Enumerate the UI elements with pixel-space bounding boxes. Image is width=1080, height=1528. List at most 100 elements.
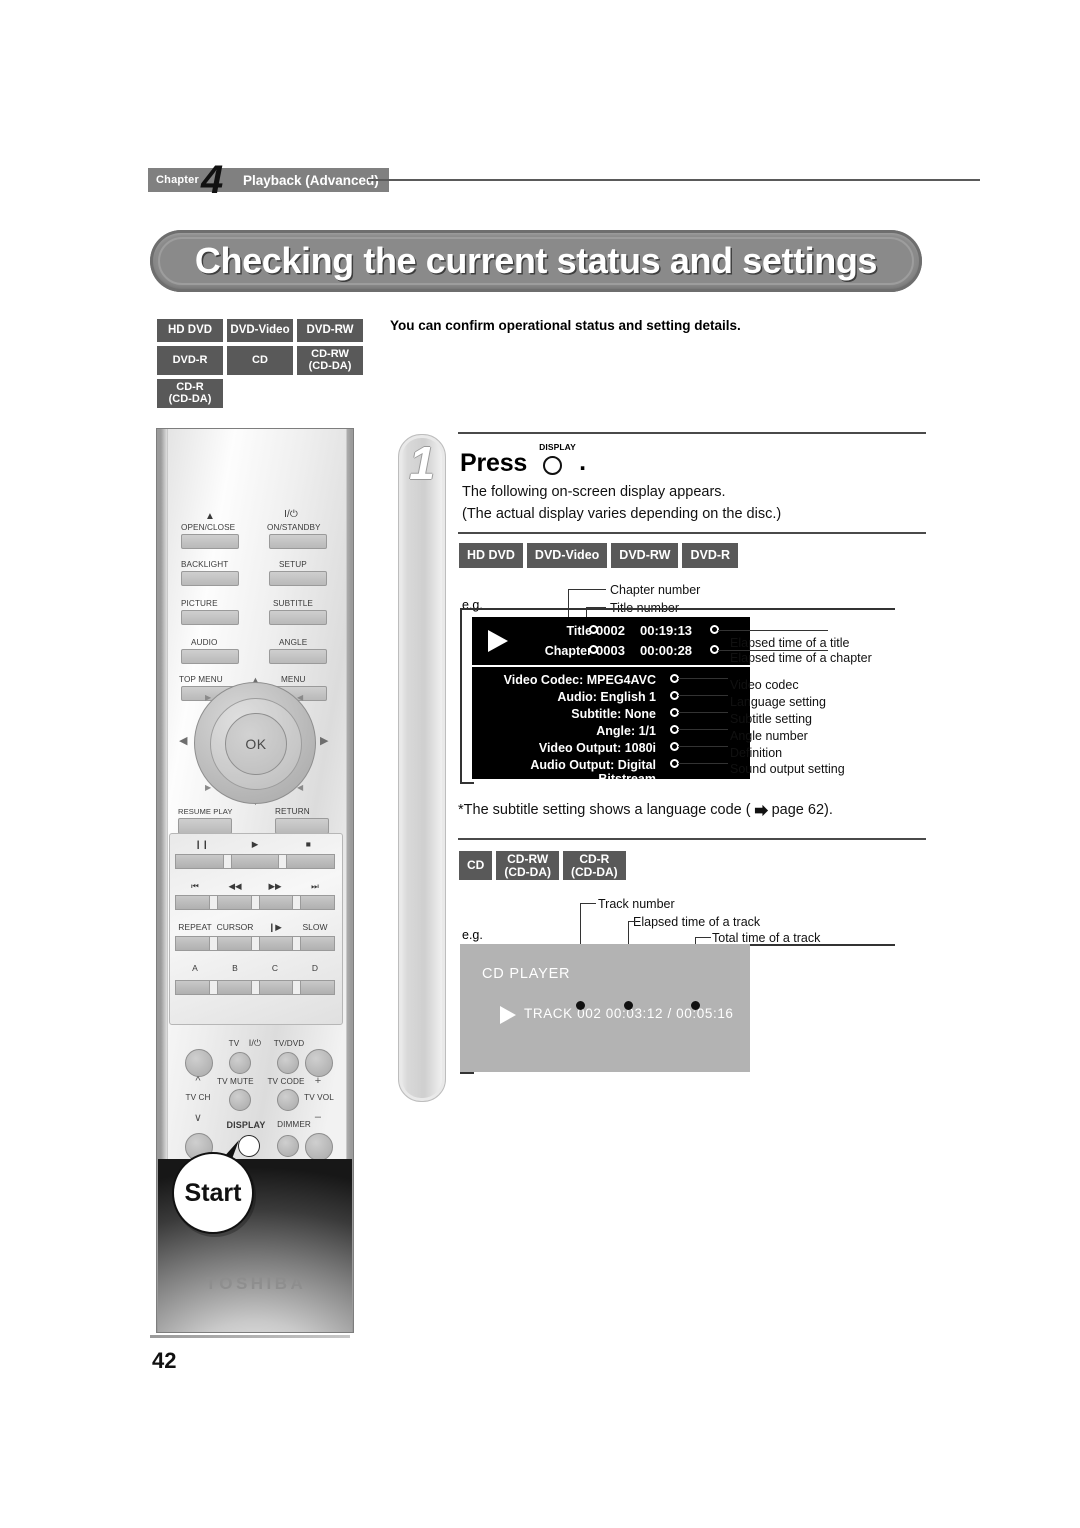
cd-player-label: CD PLAYER (482, 966, 571, 982)
fast-forward-button[interactable] (258, 895, 294, 910)
disc-badge-dvd-rw: DVD-RW (610, 542, 680, 569)
cursor-button[interactable] (216, 936, 252, 951)
leader-line (678, 678, 728, 679)
setup-button[interactable] (269, 571, 327, 586)
eg-label-video: e.g. (462, 598, 483, 612)
on-standby-button[interactable] (269, 534, 327, 549)
pause-icon: ❙❙ (194, 839, 209, 849)
bar-gap (251, 895, 259, 910)
next-button[interactable] (300, 895, 335, 910)
play-button[interactable] (230, 854, 280, 869)
transport-row-2[interactable] (175, 895, 335, 910)
press-period: . (579, 448, 587, 476)
step-icon: ❙▶ (268, 922, 282, 932)
display-button[interactable] (238, 1135, 260, 1157)
transport-row-3-labels: REPEAT CURSOR ❙▶ SLOW (175, 922, 335, 935)
bar-gap (293, 895, 301, 910)
ok-button[interactable]: OK (225, 713, 287, 775)
color-b-button[interactable] (216, 980, 252, 995)
chapter-header: Chapter 4 Playback (Advanced) (148, 160, 389, 200)
tv-code-label: TV CODE (267, 1077, 305, 1086)
picture-button[interactable] (181, 610, 239, 625)
subtitle-note-after: page 62). (771, 802, 833, 818)
fast-forward-icon: ▶▶ (268, 881, 282, 891)
step-button[interactable] (258, 936, 294, 951)
dimmer-button[interactable] (277, 1135, 299, 1157)
eject-icon: ▲ (205, 511, 215, 522)
nav-left-arrow-icon[interactable]: ◀ (179, 736, 187, 747)
top-menu-label: TOP MENU (179, 675, 223, 684)
tv-ch-up-button[interactable] (185, 1049, 213, 1077)
disc-badge-sublabel: (CD-DA) (571, 864, 618, 879)
audio-button[interactable] (181, 649, 239, 664)
cd-node-total (691, 1001, 700, 1010)
leader-line (678, 729, 728, 730)
tv-dvd-button[interactable] (277, 1052, 299, 1074)
footer-rule (150, 1335, 350, 1338)
tv-power-button[interactable] (229, 1052, 251, 1074)
color-d-button[interactable] (300, 980, 335, 995)
dimmer-label: DIMMER (277, 1120, 311, 1129)
tv-mute-button[interactable] (229, 1089, 251, 1111)
open-close-label: OPEN/CLOSE (181, 523, 236, 532)
backlight-button[interactable] (181, 571, 239, 586)
color-button-row[interactable] (175, 980, 335, 995)
osd-node-chapter-number (589, 645, 598, 654)
osd-title-time: 00:19:13 (640, 623, 693, 638)
rewind-icon: ◀◀ (228, 881, 242, 891)
disc-badge-dvd-video: DVD-Video (525, 542, 609, 569)
slow-button[interactable] (300, 936, 335, 951)
resume-play-button[interactable] (178, 818, 232, 834)
video-osd-panel: Title 0002 00:19:13 Chapter 0003 00:00:2… (472, 617, 750, 786)
previous-button[interactable] (175, 895, 210, 910)
repeat-label: REPEAT (178, 922, 212, 932)
color-a-button[interactable] (175, 980, 210, 995)
transport-row-3[interactable] (175, 936, 335, 951)
subtitle-button[interactable] (269, 610, 327, 625)
section-rule-mid (458, 532, 926, 534)
osd-node-title-number (589, 625, 598, 634)
pause-button[interactable] (175, 854, 224, 869)
disc-badge-label: CD-RW (311, 347, 349, 360)
cd-player-screen: CD PLAYER TRACK 002 00:03:12 / 00:05:16 (460, 944, 750, 1072)
osd-row-audio-output: Audio Output: Digital Bitstream (530, 758, 656, 786)
disc-badge-dvd-r: DVD-R (156, 345, 224, 376)
nav-right-arrow-icon[interactable]: ▶ (320, 736, 328, 747)
leader-line (580, 903, 596, 904)
color-c-button[interactable] (258, 980, 294, 995)
navigation-pad[interactable]: OK (194, 682, 316, 804)
open-close-button[interactable] (181, 534, 239, 549)
return-label: RETURN (275, 807, 310, 816)
audio-label: AUDIO (191, 638, 218, 647)
repeat-button[interactable] (175, 936, 210, 951)
angle-label: ANGLE (279, 638, 308, 647)
on-standby-label: ON/STANDBY (267, 523, 321, 532)
chapter-title: Playback (Advanced) (236, 168, 389, 192)
chapter-number: 4 (200, 158, 224, 202)
cd-node-elapsed (624, 1001, 633, 1010)
transport-row-1[interactable] (175, 854, 336, 869)
color-c-label: C (271, 963, 279, 973)
bar-gap (293, 980, 301, 995)
previous-icon: ⏮ (191, 881, 199, 891)
rewind-button[interactable] (216, 895, 252, 910)
disc-badge-label: CD-R (579, 851, 610, 866)
tv-vol-up-button[interactable] (305, 1049, 333, 1077)
disc-badge-cd-rw: CD-RW (CD-DA) (296, 345, 364, 376)
display-key-caption: DISPLAY (539, 442, 576, 452)
callout-definition: Definition (730, 746, 783, 760)
play-icon (500, 1006, 516, 1024)
return-button[interactable] (275, 818, 329, 834)
angle-button[interactable] (269, 649, 327, 664)
disc-badge-label: HD DVD (467, 547, 515, 562)
osd-chapter-time: 00:00:28 (640, 643, 693, 658)
press-word: Press (460, 449, 528, 477)
stop-button[interactable] (286, 854, 336, 869)
cd-disc-badge-row: CD CD-RW (CD-DA) CD-R (CD-DA) (458, 850, 629, 881)
osd-row-angle: Angle: 1/1 (596, 724, 656, 738)
tv-vol-down-button[interactable] (305, 1133, 333, 1161)
eg-bracket-vertical (460, 608, 462, 782)
bar-gap (251, 980, 259, 995)
tv-code-button[interactable] (277, 1089, 299, 1111)
transport-row-2-labels: ⏮ ◀◀ ▶▶ ⏭ (175, 881, 335, 894)
